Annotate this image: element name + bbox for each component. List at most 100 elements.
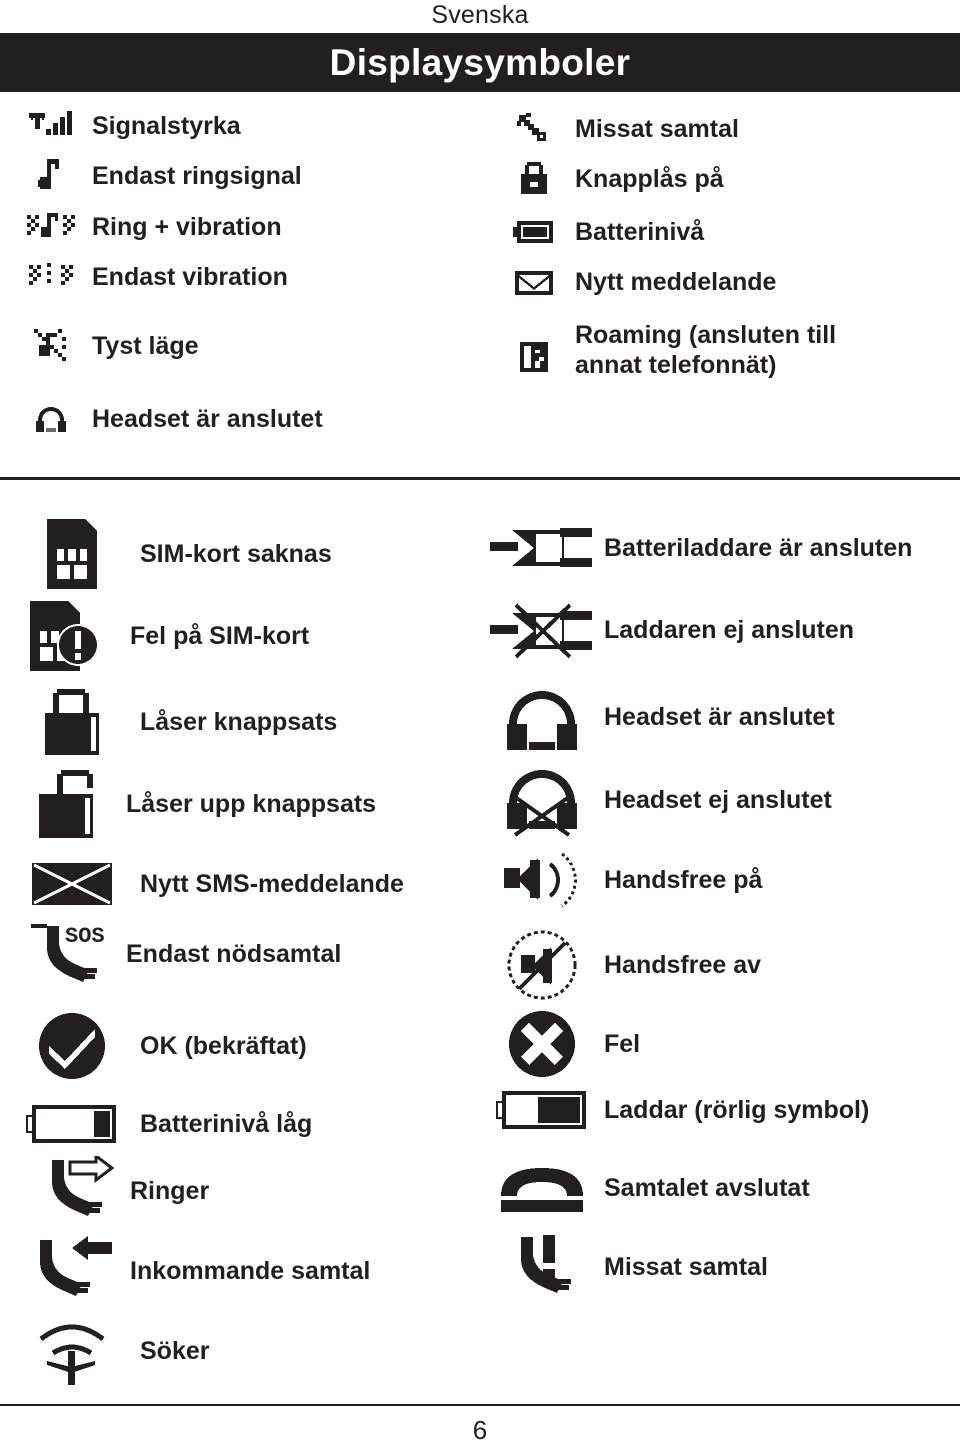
symbol-row: Låser upp knappsats <box>2 765 458 843</box>
charger-connected-icon <box>486 518 598 578</box>
battery-level-icon <box>505 211 563 253</box>
ring-and-vibrate-icon <box>22 206 80 248</box>
symbol-row: Låser knappsats <box>18 683 458 761</box>
handsfree-off-icon <box>486 928 598 1002</box>
symbol-label: Fel på SIM-kort <box>130 622 310 650</box>
error-cross-icon <box>486 1008 598 1080</box>
symbol-row: Missat samtal <box>486 1232 956 1302</box>
symbol-label: Låser knappsats <box>140 708 338 736</box>
symbol-row: Nytt SMS-meddelande <box>18 845 458 923</box>
new-message-icon <box>505 261 563 303</box>
sim-card-error-icon <box>8 597 116 675</box>
symbol-label: OK (bekräftat) <box>140 1032 307 1060</box>
call-ended-icon <box>486 1158 598 1218</box>
keypad-lock-icon <box>505 158 563 200</box>
symbol-row: SOS Endast nödsamtal <box>12 915 458 993</box>
searching-icon <box>18 1312 126 1390</box>
symbol-row: SIM-kort saknas <box>18 515 458 593</box>
symbol-label: Endast ringsignal <box>92 162 302 190</box>
symbol-row: Signalstyrka <box>22 105 452 147</box>
symbol-row: OK (bekräftat) <box>18 1007 458 1085</box>
headset-connected-icon <box>486 680 598 754</box>
emergency-calls-only-icon: SOS <box>12 915 126 993</box>
symbol-row: Handsfree av <box>486 928 956 1002</box>
symbol-row: Knapplås på <box>505 158 950 200</box>
language-label: Svenska <box>431 1 529 29</box>
battery-charging-icon <box>486 1085 598 1135</box>
incoming-call-icon <box>8 1232 130 1310</box>
symbol-row: Söker <box>18 1312 458 1390</box>
handsfree-on-icon <box>486 848 598 912</box>
symbol-label: Batterinivå <box>575 218 705 246</box>
symbol-row: Headset ej anslutet <box>486 762 956 838</box>
symbol-label: Missat samtal <box>575 115 739 143</box>
symbol-row: Nytt meddelande <box>505 261 950 303</box>
symbol-row: Headset är anslutet <box>486 680 956 754</box>
symbol-label: Tyst läge <box>92 332 199 360</box>
symbol-label: Handsfree på <box>604 866 763 894</box>
sim-card-missing-icon <box>18 515 126 593</box>
symbol-label: Nytt meddelande <box>575 268 777 296</box>
symbol-label: Knapplås på <box>575 165 724 193</box>
missed-call-icon <box>486 1232 598 1302</box>
headset-connected-small-icon <box>22 398 80 440</box>
symbol-label: Låser upp knappsats <box>126 790 377 818</box>
symbol-row: Fel på SIM-kort <box>8 597 458 675</box>
symbol-label: Missat samtal <box>604 1253 768 1281</box>
symbol-row: Batteriladdare är ansluten <box>486 518 956 578</box>
silent-mode-icon <box>22 325 80 367</box>
symbol-label: Roaming (ansluten till annat telefonnät) <box>575 321 837 379</box>
symbol-label: Headset ej anslutet <box>604 786 832 814</box>
symbol-row: Samtalet avslutat <box>486 1158 956 1218</box>
symbol-label: Samtalet avslutat <box>604 1174 810 1202</box>
symbol-row: Handsfree på <box>486 848 956 912</box>
symbol-row: Batterinivå <box>505 211 950 253</box>
vibrate-only-icon <box>22 256 80 298</box>
symbol-label: Batteriladdare är ansluten <box>604 534 913 562</box>
lock-closed-icon <box>18 683 126 761</box>
section-divider <box>0 477 960 480</box>
symbol-label: Laddaren ej ansluten <box>604 616 855 644</box>
symbol-label: Söker <box>140 1337 210 1365</box>
symbol-label: Batterinivå låg <box>140 1110 313 1138</box>
ok-check-icon <box>18 1007 126 1085</box>
symbol-label: Ring + vibration <box>92 213 282 241</box>
symbol-row: Roaming (ansluten till annat telefonnät) <box>505 318 950 396</box>
roaming-icon <box>505 318 563 396</box>
outgoing-call-icon <box>14 1152 130 1230</box>
symbol-label: SIM-kort saknas <box>140 540 332 568</box>
symbol-label: Inkommande samtal <box>130 1257 371 1285</box>
ring-only-icon <box>22 155 80 197</box>
symbol-row: Laddaren ej ansluten <box>486 598 956 662</box>
symbol-row: Ringer <box>14 1152 458 1230</box>
svg-text:SOS: SOS <box>65 924 105 949</box>
symbol-row: Headset är anslutet <box>22 398 452 440</box>
page-number: 6 <box>472 1415 488 1445</box>
symbol-row: Tyst läge <box>22 325 452 367</box>
symbol-label: Signalstyrka <box>92 112 241 140</box>
headset-disconnected-icon <box>486 762 598 838</box>
symbol-label: Headset är anslutet <box>92 405 323 433</box>
page-title-bar: Displaysymboler <box>0 33 960 92</box>
symbol-label: Handsfree av <box>604 951 762 979</box>
symbol-label: Endast nödsamtal <box>126 940 342 968</box>
lock-open-icon <box>2 765 126 843</box>
symbol-row: Fel <box>486 1008 956 1080</box>
signal-strength-icon <box>22 105 80 147</box>
new-sms-icon <box>18 845 126 923</box>
symbol-row: Inkommande samtal <box>8 1232 458 1310</box>
symbol-row: Endast vibration <box>22 256 452 298</box>
footer-divider <box>0 1404 960 1406</box>
symbol-label: Ringer <box>130 1177 210 1205</box>
missed-call-small-icon <box>505 108 563 150</box>
symbol-label: Nytt SMS-meddelande <box>140 870 404 898</box>
charger-disconnected-icon <box>486 598 598 662</box>
symbol-row: Ring + vibration <box>22 206 452 248</box>
symbol-label: Headset är anslutet <box>604 703 835 731</box>
page-title: Displaysymboler <box>329 41 631 83</box>
symbol-label: Endast vibration <box>92 263 288 291</box>
symbol-row: Laddar (rörlig symbol) <box>486 1085 956 1135</box>
symbol-label: Fel <box>604 1030 641 1058</box>
symbol-row: Missat samtal <box>505 108 950 150</box>
symbol-row: Endast ringsignal <box>22 155 452 197</box>
